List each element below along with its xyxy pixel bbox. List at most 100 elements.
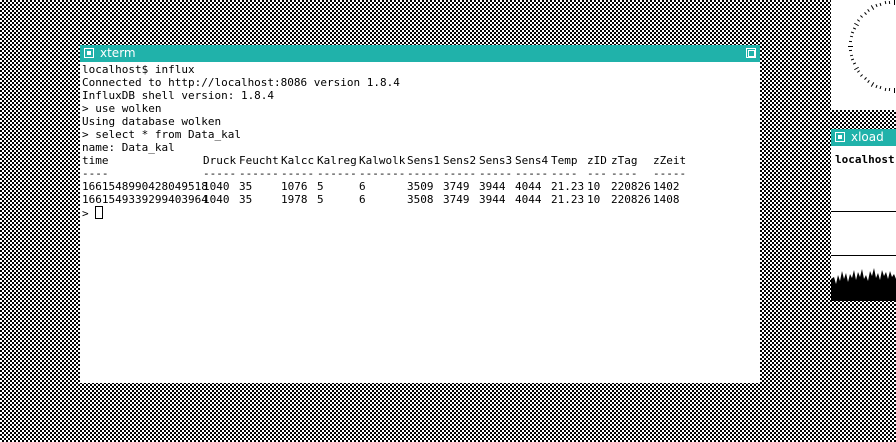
table-cell: 6 — [359, 180, 366, 193]
window-menu-icon[interactable] — [835, 132, 845, 142]
clock-tick — [860, 15, 864, 18]
clock-tick — [889, 0, 891, 4]
xclock-window — [831, 0, 896, 110]
load-scale-line — [831, 211, 896, 212]
table-cell: ----- — [653, 167, 687, 180]
table-cell: ------ — [239, 167, 279, 180]
table-row: 1661548990428049518 1040 35 1076 5 6 3509 3749 3… — [82, 180, 758, 193]
table-cell: 3509 — [407, 180, 434, 193]
prompt-line[interactable]: > — [82, 206, 758, 220]
terminal-line: > use wolken — [82, 102, 162, 115]
clock-tick — [863, 77, 867, 81]
clock-tick — [860, 74, 864, 77]
table-cell: ------- — [359, 167, 406, 180]
table-cell: 220826 — [611, 193, 651, 206]
table-cell: 10 — [587, 180, 601, 193]
table-cell: ----- — [443, 167, 477, 180]
table-cell: ----- — [407, 167, 441, 180]
table-cell: Kalreg — [317, 154, 357, 167]
clock-tick — [867, 8, 870, 12]
table-cell: 35 — [239, 180, 253, 193]
maximize-icon[interactable] — [746, 48, 756, 58]
xload-hostname: localhost — [835, 153, 895, 166]
clock-tick — [884, 1, 887, 5]
clock-tick — [848, 45, 853, 47]
table-cell: ---- — [551, 167, 578, 180]
clock-tick — [884, 87, 887, 91]
table-cell: 3749 — [443, 193, 470, 206]
xload-title: xload — [851, 130, 884, 144]
table-cell: 3944 — [479, 180, 506, 193]
table-cell: --- — [587, 167, 607, 180]
clock-tick — [849, 36, 854, 38]
table-cell: ----- — [281, 167, 315, 180]
table-cell: ----- — [515, 167, 549, 180]
table-cell: ------ — [317, 167, 357, 180]
clock-tick — [849, 49, 853, 52]
terminal-line: InfluxDB shell version: 1.8.4 — [82, 89, 275, 102]
clock-tick — [851, 31, 855, 34]
clock-tick — [894, 87, 895, 93]
table-cell: 1076 — [281, 180, 308, 193]
clock-tick — [851, 58, 855, 61]
clock-tick — [894, 0, 895, 5]
table-cell: Kalwolk — [359, 154, 406, 167]
clock-tick — [879, 86, 882, 90]
table-cell: 220826 — [611, 180, 651, 193]
clock-tick — [852, 27, 856, 30]
terminal-line: Using database wolken — [82, 115, 222, 128]
table-cell: Sens1 — [407, 154, 441, 167]
table-cell: 21.23 — [551, 193, 585, 206]
table-cell: 1661549339299403964 — [82, 193, 208, 206]
xload-titlebar[interactable]: xload — [831, 129, 896, 146]
xload-window[interactable]: xload localhost — [831, 129, 896, 301]
clock-tick — [857, 18, 861, 22]
clock-tick — [849, 54, 854, 56]
xterm-titlebar[interactable]: xterm — [80, 45, 760, 62]
table-cell: Sens4 — [515, 154, 549, 167]
terminal-area[interactable]: localhost$ influx Connected to http://lo… — [82, 63, 758, 381]
prompt: > — [82, 207, 96, 220]
terminal-line: > select * from Data_kal — [82, 128, 241, 141]
table-header: time Druck Feucht Kalcc Kalreg Kalwolk Sens1 Se… — [82, 154, 758, 167]
clock-tick — [852, 62, 856, 65]
clock-tick — [853, 22, 859, 26]
clock-tick — [889, 88, 891, 92]
table-row: 1661549339299403964 1040 35 1978 5 6 3508 3749 3… — [82, 193, 758, 206]
table-cell: zZeit — [653, 154, 687, 167]
window-menu-icon[interactable] — [84, 48, 94, 58]
xterm-title: xterm — [100, 46, 136, 60]
terminal-line: localhost$ influx — [82, 63, 195, 76]
table-cell: zTag — [611, 154, 638, 167]
table-cell: 35 — [239, 193, 253, 206]
clock-tick — [863, 11, 867, 15]
table-cell: 3508 — [407, 193, 434, 206]
clock-tick — [849, 40, 853, 43]
table-cell: 6 — [359, 193, 366, 206]
clock-tick — [879, 2, 882, 6]
table-cell: 4044 — [515, 180, 542, 193]
clock-tick — [867, 80, 870, 84]
table-cell: ----- — [203, 167, 237, 180]
table-cell: Feucht — [239, 154, 279, 167]
table-cell: time — [82, 154, 109, 167]
load-graph — [831, 268, 896, 301]
table-cell: 3749 — [443, 180, 470, 193]
table-cell: 1040 — [203, 193, 230, 206]
clock-tick — [875, 84, 878, 88]
table-cell: 1408 — [653, 193, 680, 206]
table-cell: zID — [587, 154, 607, 167]
clock-tick — [875, 4, 878, 8]
table-separator: ---- ----- ------ ----- ------ ------- ----- --… — [82, 167, 758, 180]
text-cursor — [95, 206, 104, 219]
table-cell: ----- — [479, 167, 513, 180]
table-cell: ---- — [611, 167, 638, 180]
table-cell: Sens3 — [479, 154, 513, 167]
clock-tick — [857, 70, 861, 74]
clock-tick — [870, 5, 875, 11]
table-cell: 3944 — [479, 193, 506, 206]
table-cell: Temp — [551, 154, 578, 167]
xterm-window[interactable]: xterm localhost$ influx Connected to htt… — [80, 45, 760, 383]
table-cell: 1978 — [281, 193, 308, 206]
table-cell: 5 — [317, 180, 324, 193]
